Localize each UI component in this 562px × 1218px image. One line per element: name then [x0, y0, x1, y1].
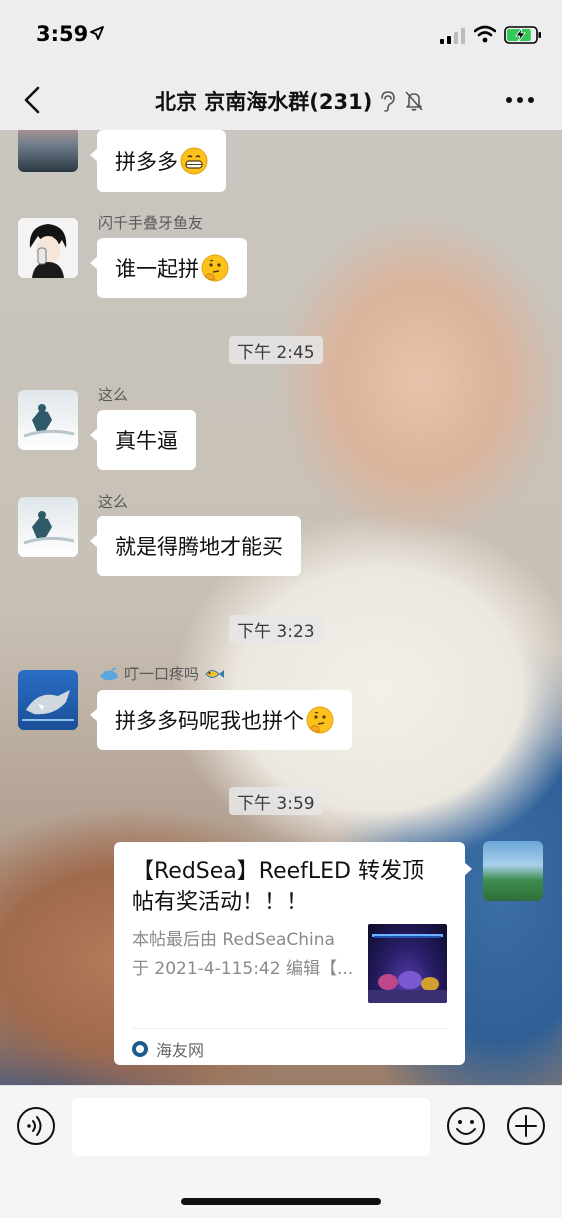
avatar[interactable] — [18, 670, 78, 730]
timestamp: 下午 3:59 — [229, 787, 323, 815]
thinking-face-emoji-icon — [306, 706, 334, 734]
more-options-icon[interactable] — [500, 86, 540, 114]
message-list[interactable]: 拼多多 闪千手叠牙鱼友 谁一起拼 下午 2:45 这么 真牛逼 这么 就是得腾地… — [0, 130, 562, 1085]
message-text: 拼多多码呢我也拼个 — [115, 709, 304, 733]
status-bar: 3:59 — [0, 0, 562, 70]
message-bubble[interactable]: 拼多多码呢我也拼个 — [90, 690, 352, 750]
earpiece-icon — [381, 91, 396, 112]
fish-icon — [205, 669, 225, 678]
grinning-face-emoji-icon — [180, 147, 208, 175]
plus-circle-icon[interactable] — [506, 1106, 546, 1146]
avatar[interactable] — [18, 390, 78, 450]
message-input[interactable] — [72, 1098, 430, 1156]
link-card[interactable]: 【RedSea】ReefLED 转发顶帖有奖活动！！！ 本帖最后由 RedSea… — [114, 842, 472, 1065]
timestamp-text: 下午 3:23 — [237, 621, 315, 642]
sender-name-group: 叮一口疼吗 — [98, 663, 225, 684]
message-text: 谁一起拼 — [115, 257, 199, 281]
timestamp: 下午 3:23 — [229, 615, 323, 643]
message-bubble[interactable]: 真牛逼 — [90, 410, 196, 470]
avatar[interactable] — [18, 218, 78, 278]
my-avatar[interactable] — [483, 841, 543, 901]
avatar-illustration — [29, 224, 67, 278]
whale-icon — [100, 667, 118, 680]
avatar[interactable] — [18, 130, 78, 172]
timestamp: 下午 2:45 — [229, 336, 323, 364]
thinking-face-emoji-icon — [201, 254, 229, 282]
source-logo-icon — [132, 1041, 148, 1057]
divider — [132, 1028, 447, 1029]
back-icon[interactable] — [18, 82, 48, 118]
sender-name: 叮一口疼吗 — [124, 665, 200, 683]
link-card-source-name: 海友网 — [156, 1041, 205, 1060]
avatar-illustration — [23, 404, 75, 438]
bell-slash-icon — [405, 91, 423, 111]
link-card-source: 海友网 — [132, 1037, 204, 1061]
link-card-thumbnail — [368, 924, 447, 1003]
avatar[interactable] — [18, 497, 78, 557]
chat-title: 北京 京南海水群(231) — [155, 90, 373, 114]
smiley-icon[interactable] — [446, 1106, 486, 1146]
location-arrow-icon — [90, 26, 104, 40]
home-indicator[interactable] — [181, 1198, 381, 1205]
voice-icon[interactable] — [16, 1106, 56, 1146]
chat-header: 北京 京南海水群(231) — [0, 70, 562, 130]
message-text: 真牛逼 — [115, 429, 178, 453]
message-text: 拼多多 — [115, 150, 178, 174]
sender-name: 闪千手叠牙鱼友 — [98, 214, 204, 232]
message-bubble[interactable]: 拼多多 — [90, 130, 226, 192]
status-time: 3:59 — [36, 22, 89, 46]
input-bar — [0, 1085, 562, 1218]
link-card-description: 本帖最后由 RedSeaChina 于 2021-4-115:42 编辑【... — [132, 930, 354, 979]
link-card-title: 【RedSea】ReefLED 转发顶帖有奖活动！！！ — [132, 859, 424, 915]
wifi-icon — [474, 25, 496, 43]
avatar-illustration — [22, 690, 74, 721]
battery-charging-icon — [504, 26, 541, 44]
message-text: 就是得腾地才能买 — [115, 535, 283, 559]
cellular-signal-icon — [440, 28, 465, 44]
avatar-illustration — [23, 511, 75, 545]
timestamp-text: 下午 2:45 — [237, 342, 315, 363]
sender-name: 这么 — [98, 493, 129, 511]
message-bubble[interactable]: 就是得腾地才能买 — [90, 516, 301, 576]
timestamp-text: 下午 3:59 — [237, 793, 315, 814]
sender-name: 这么 — [98, 386, 129, 404]
message-bubble[interactable]: 谁一起拼 — [90, 238, 247, 298]
chat-title-group[interactable]: 北京 京南海水群(231) — [155, 86, 424, 116]
